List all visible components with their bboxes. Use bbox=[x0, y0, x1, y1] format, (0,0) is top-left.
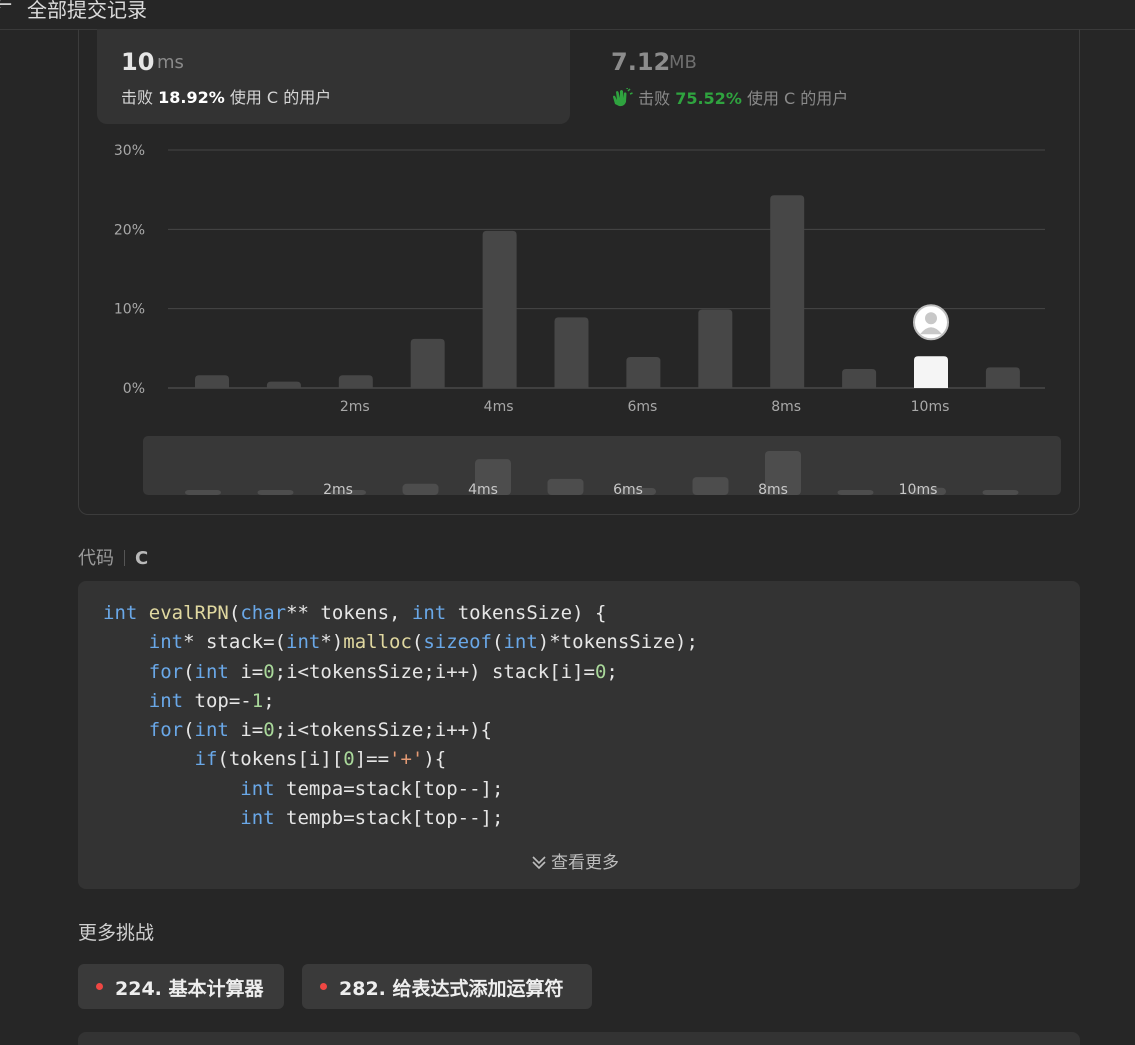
navigator-tick-label: 10ms bbox=[899, 482, 938, 498]
bar bbox=[195, 375, 229, 388]
x-tick-label: 8ms bbox=[771, 399, 801, 415]
code-line: int tempa=stack[top--]; bbox=[240, 777, 504, 800]
code-line: if(tokens[i][0]=='+'){ bbox=[194, 748, 447, 771]
double-chevron-down-icon bbox=[532, 856, 546, 870]
difficulty-dot bbox=[320, 983, 327, 990]
bar bbox=[626, 357, 661, 388]
navigator-tick-label: 8ms bbox=[758, 482, 788, 498]
navigator-bar bbox=[982, 490, 1019, 495]
code-label: 代码 bbox=[78, 548, 114, 569]
code-line: int tempb=stack[top--]; bbox=[240, 807, 504, 830]
navigator-bar bbox=[692, 477, 729, 495]
divider bbox=[124, 550, 125, 566]
challenge-label: 282. 给表达式添加运算符 bbox=[339, 978, 564, 1000]
code-line: int* stack=(int*)malloc(sizeof(int)*toke… bbox=[148, 631, 698, 654]
code-block: int evalRPN(char** tokens, int tokensSiz… bbox=[78, 581, 1080, 889]
x-tick-label: 6ms bbox=[627, 399, 657, 415]
challenge-tag[interactable]: 224. 基本计算器 bbox=[78, 964, 284, 1009]
bar bbox=[338, 375, 373, 388]
runtime-distribution-chart: 30% 20% 10% 0% 2ms 4ms 6ms 8ms 10ms 2ms 4ms 6ms 8ms 1… bbox=[114, 143, 1061, 498]
navigator-tick-label: 4ms bbox=[468, 482, 498, 498]
code-header: 代码 C bbox=[78, 544, 148, 570]
show-more-button[interactable]: 查看更多 bbox=[531, 848, 619, 873]
avatar-head bbox=[925, 312, 937, 325]
y-tick-label: 10% bbox=[114, 302, 145, 318]
challenge-tag[interactable]: 282. 给表达式添加运算符 bbox=[302, 964, 592, 1009]
challenge-label: 224. 基本计算器 bbox=[115, 978, 264, 1000]
bar bbox=[482, 230, 517, 388]
navigator-bar bbox=[402, 483, 439, 495]
code-line: for(int i=0;i<tokensSize;i++) stack[i]=0… bbox=[148, 660, 618, 683]
more-challenges-title: 更多挑战 bbox=[78, 922, 155, 944]
bar bbox=[554, 317, 589, 388]
code-content: int evalRPN(char** tokens, int tokensSiz… bbox=[103, 599, 698, 833]
code-language: C bbox=[135, 548, 149, 569]
bar bbox=[770, 195, 805, 388]
bar-highlighted bbox=[914, 356, 948, 388]
code-line: int evalRPN(char** tokens, int tokensSiz… bbox=[103, 602, 607, 624]
bar bbox=[266, 381, 301, 388]
x-tick-label: 10ms bbox=[911, 399, 950, 415]
bar bbox=[985, 367, 1020, 388]
bar bbox=[698, 309, 733, 388]
navigator-bar bbox=[837, 490, 874, 495]
x-tick-label: 2ms bbox=[340, 399, 370, 415]
code-line: for(int i=0;i<tokensSize;i++){ bbox=[148, 719, 492, 742]
y-tick-label: 30% bbox=[114, 143, 145, 159]
next-section-card bbox=[78, 1032, 1080, 1045]
difficulty-dot bbox=[96, 983, 103, 990]
x-tick-label: 4ms bbox=[484, 399, 514, 415]
navigator-bar bbox=[185, 490, 221, 495]
code-line: int top=-1; bbox=[148, 689, 275, 712]
navigator-bar bbox=[547, 478, 584, 495]
navigator-bar bbox=[257, 490, 294, 495]
navigator-tick-label: 6ms bbox=[613, 482, 643, 498]
bar bbox=[842, 368, 877, 388]
show-more-label: 查看更多 bbox=[551, 853, 619, 873]
bar bbox=[410, 338, 445, 388]
y-tick-label: 0% bbox=[123, 381, 145, 397]
navigator-tick-label: 2ms bbox=[323, 482, 353, 498]
y-tick-label: 20% bbox=[114, 222, 145, 238]
